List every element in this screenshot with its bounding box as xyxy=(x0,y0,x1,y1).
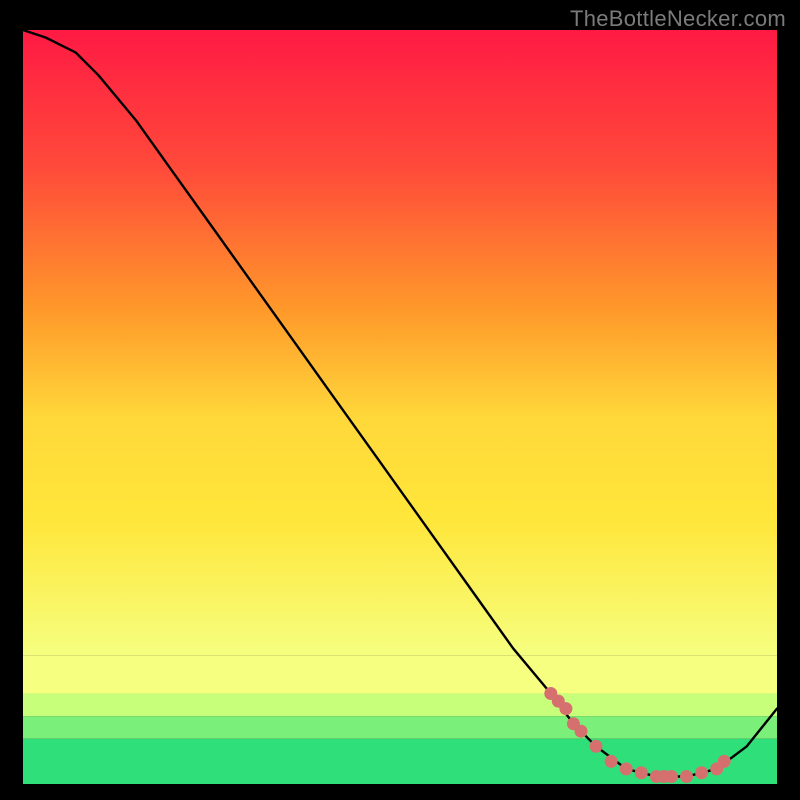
marker-dot xyxy=(718,755,731,768)
gradient-bands xyxy=(23,30,777,784)
marker-dot xyxy=(559,702,572,715)
marker-dot xyxy=(695,766,708,779)
watermark-text: TheBottleNecker.com xyxy=(570,6,786,32)
chart-area xyxy=(23,30,777,784)
marker-dot xyxy=(575,725,588,738)
chart-svg xyxy=(23,30,777,784)
marker-dot xyxy=(605,755,618,768)
marker-dot xyxy=(635,766,648,779)
marker-dot xyxy=(590,740,603,753)
marker-dot xyxy=(665,770,678,783)
marker-dot xyxy=(620,762,633,775)
stage: TheBottleNecker.com xyxy=(0,0,800,800)
marker-dot xyxy=(680,770,693,783)
